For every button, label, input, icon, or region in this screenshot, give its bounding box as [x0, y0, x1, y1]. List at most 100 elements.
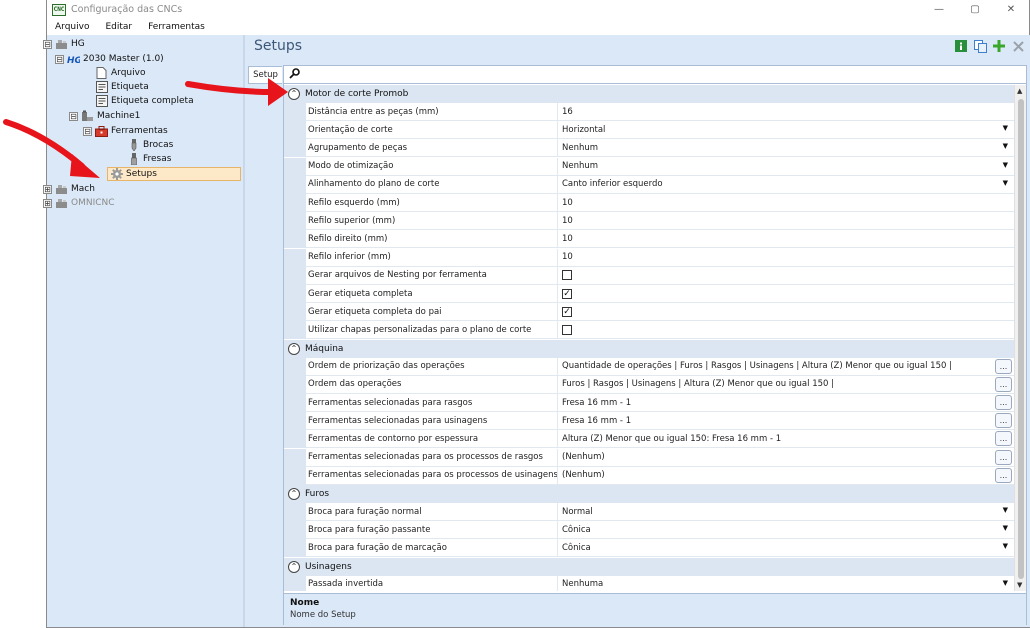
property-row[interactable]: Utilizar chapas personalizadas para o pl… — [284, 321, 1014, 340]
search-input[interactable] — [304, 67, 1026, 82]
ellipsis-button[interactable]: ... — [995, 395, 1012, 410]
scroll-down-arrow[interactable]: ▼ — [1017, 581, 1022, 589]
property-row[interactable]: Gerar etiqueta completa do pai ✓ — [284, 303, 1014, 322]
search-bar[interactable] — [284, 66, 1026, 84]
property-row[interactable]: Orientação de corte Horizontal ▼ — [284, 121, 1014, 140]
copy-icon[interactable] — [973, 39, 987, 53]
property-value[interactable]: Horizontal ▼ — [558, 121, 1014, 140]
property-value[interactable]: (Nenhum)... — [558, 467, 1014, 485]
property-row[interactable]: Broca para furação de marcação Cônica ▼ — [284, 539, 1014, 558]
property-row[interactable]: Ferramentas de contorno por espessura Alt… — [284, 430, 1014, 449]
collapse-icon[interactable]: ⌃ — [288, 488, 300, 500]
ellipsis-button[interactable]: ... — [995, 431, 1012, 447]
property-value[interactable]: (Nenhum)... — [558, 449, 1014, 467]
close-button[interactable]: ✕ — [993, 0, 1029, 19]
category-header[interactable]: ⌃ Usinagens — [284, 557, 1014, 576]
category-header[interactable]: ⌃ Motor de corte Promob — [284, 85, 1014, 103]
dropdown-arrow-icon[interactable]: ▼ — [1003, 179, 1008, 187]
tree-expander[interactable]: ⊞ — [43, 199, 52, 208]
property-value[interactable]: 16 — [558, 103, 1014, 121]
property-value[interactable]: Cônica ▼ — [558, 521, 1014, 540]
tree-node-etiqueta-completa[interactable]: Etiqueta completa — [95, 94, 194, 108]
scroll-up-arrow[interactable]: ▲ — [1017, 87, 1022, 95]
collapse-icon[interactable]: ⌃ — [288, 560, 300, 573]
category-header[interactable]: ⌃ Furos — [284, 485, 1014, 503]
property-row[interactable]: Ordem de priorização das operações Quanti… — [284, 357, 1014, 376]
property-row[interactable]: Refilo esquerdo (mm) 10 — [284, 194, 1014, 212]
checkbox[interactable] — [562, 270, 572, 281]
add-icon[interactable] — [992, 39, 1006, 53]
property-row[interactable]: Gerar arquivos de Nesting por ferramenta — [284, 266, 1014, 285]
tree-node-setups[interactable]: Setups — [107, 167, 241, 181]
property-value[interactable] — [558, 267, 1014, 285]
property-row[interactable]: Distância entre as peças (mm) 16 — [284, 103, 1014, 121]
tree-node-arquivo[interactable]: Arquivo — [95, 66, 145, 80]
tree-expander[interactable]: ⊟ — [55, 55, 64, 64]
property-row[interactable]: Modo de otimização Nenhum ▼ — [284, 157, 1014, 176]
property-row[interactable]: Ferramentas selecionadas para rasgos Fres… — [284, 394, 1014, 412]
tree-expander[interactable]: ⊞ — [43, 185, 52, 194]
property-value[interactable]: Normal ▼ — [558, 503, 1014, 521]
property-value[interactable]: 10 — [558, 249, 1014, 267]
category-header[interactable]: ⌃ Máquina — [284, 339, 1014, 358]
property-value[interactable]: 10 — [558, 230, 1014, 249]
ellipsis-button[interactable]: ... — [995, 376, 1012, 392]
tree-node-etiqueta[interactable]: Etiqueta — [95, 80, 149, 94]
property-row[interactable]: Broca para furação normal Normal ▼ — [284, 503, 1014, 521]
menu-editar[interactable]: Editar — [97, 22, 140, 32]
ellipsis-button[interactable]: ... — [995, 413, 1012, 429]
dropdown-arrow-icon[interactable]: ▼ — [1003, 161, 1008, 169]
dropdown-arrow-icon[interactable]: ▼ — [1003, 579, 1008, 587]
maximize-button[interactable]: ▢ — [957, 0, 993, 19]
property-value[interactable]: Nenhum ▼ — [558, 158, 1014, 176]
delete-icon[interactable] — [1011, 39, 1025, 53]
property-row[interactable]: Passada invertida Nenhuma ▼ — [284, 575, 1014, 591]
property-row[interactable]: Broca para furação passante Cônica ▼ — [284, 521, 1014, 540]
property-value[interactable]: Canto inferior esquerdo ▼ — [558, 176, 1014, 194]
property-value[interactable]: ✓ — [558, 285, 1014, 303]
property-value[interactable]: Furos | Rasgos | Usinagens | Altura (Z) … — [558, 376, 1014, 394]
info-icon[interactable] — [954, 39, 968, 53]
dropdown-arrow-icon[interactable]: ▼ — [1003, 506, 1008, 514]
dropdown-arrow-icon[interactable]: ▼ — [1003, 124, 1008, 132]
tree-expander[interactable]: ⊟ — [43, 40, 52, 49]
property-value[interactable]: 10 — [558, 194, 1014, 212]
ellipsis-button[interactable]: ... — [995, 467, 1012, 483]
dropdown-arrow-icon[interactable]: ▼ — [1003, 524, 1008, 532]
property-row[interactable]: Refilo inferior (mm) 10 — [284, 248, 1014, 267]
menu-arquivo[interactable]: Arquivo — [47, 22, 97, 32]
property-row[interactable]: Ferramentas selecionadas para usinagens F… — [284, 412, 1014, 431]
tree-node-mach[interactable]: Mach — [55, 182, 95, 196]
property-value[interactable]: 10 — [558, 212, 1014, 231]
tree-node-fresas[interactable]: Fresas — [127, 152, 171, 166]
collapse-icon[interactable]: ⌃ — [288, 342, 300, 355]
property-value[interactable]: ✓ — [558, 303, 1014, 322]
minimize-button[interactable]: — — [921, 0, 957, 19]
property-value[interactable]: Quantidade de operações | Furos | Rasgos… — [558, 358, 1014, 376]
property-value[interactable]: Nenhuma ▼ — [558, 576, 1014, 591]
property-row[interactable]: Ferramentas selecionadas para os process… — [284, 466, 1014, 485]
property-value[interactable]: Nenhum ▼ — [558, 139, 1014, 158]
ellipsis-button[interactable]: ... — [995, 358, 1012, 374]
dropdown-arrow-icon[interactable]: ▼ — [1003, 142, 1008, 150]
vertical-scrollbar[interactable]: ▲ ▼ — [1014, 85, 1026, 591]
property-row[interactable]: Refilo direito (mm) 10 — [284, 230, 1014, 249]
property-row[interactable]: Ferramentas selecionadas para os process… — [284, 448, 1014, 467]
checkbox[interactable] — [562, 324, 572, 335]
property-row[interactable]: Agrupamento de peças Nenhum ▼ — [284, 139, 1014, 158]
property-row[interactable]: Refilo superior (mm) 10 — [284, 212, 1014, 231]
checkbox[interactable]: ✓ — [562, 306, 572, 317]
tree-node-omnicnc[interactable]: OMNICNC — [55, 196, 115, 210]
checkbox[interactable]: ✓ — [562, 288, 572, 299]
property-row[interactable]: Gerar etiqueta completa ✓ — [284, 285, 1014, 303]
ellipsis-button[interactable]: ... — [995, 449, 1012, 465]
property-value[interactable] — [558, 321, 1014, 340]
property-value[interactable]: Altura (Z) Menor que ou igual 150: Fresa… — [558, 430, 1014, 449]
property-value[interactable]: Fresa 16 mm - 1... — [558, 412, 1014, 431]
property-row[interactable]: Alinhamento do plano de corte Canto infer… — [284, 175, 1014, 194]
property-value[interactable]: Cônica ▼ — [558, 539, 1014, 558]
property-row[interactable]: Ordem das operações Furos | Rasgos | Usin… — [284, 375, 1014, 394]
tree-node-hg[interactable]: HG — [55, 37, 85, 51]
menu-ferramentas[interactable]: Ferramentas — [140, 22, 213, 32]
property-value[interactable]: Fresa 16 mm - 1... — [558, 394, 1014, 412]
